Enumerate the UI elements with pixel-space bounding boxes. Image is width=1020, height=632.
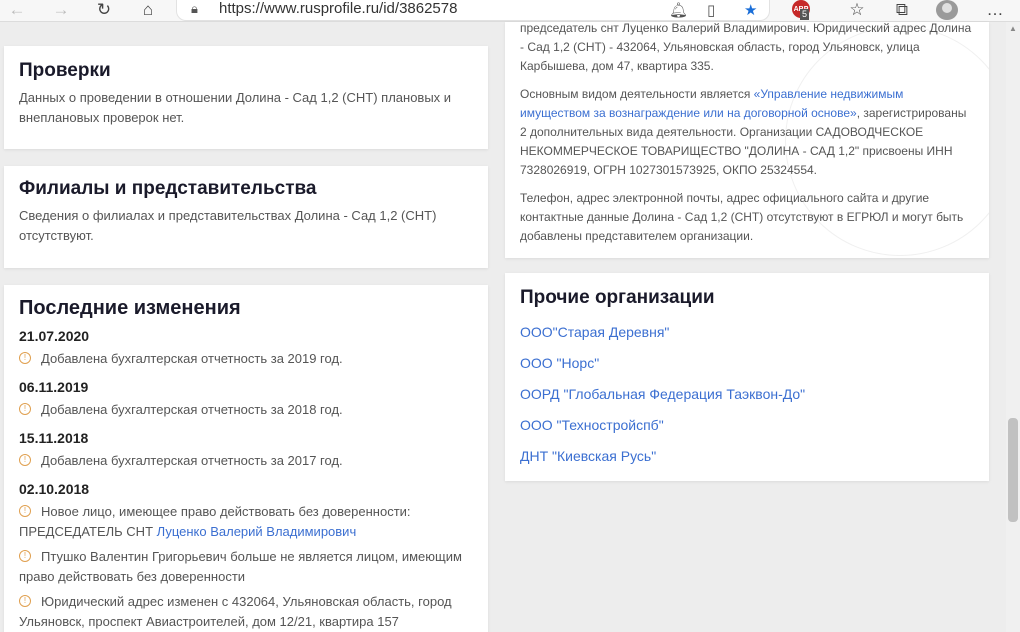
change-entry: ! Добавлена бухгалтерская отчетность за 2…: [19, 451, 473, 471]
changes-card: Последние изменения 21.07.2020 ! Добавлен…: [4, 285, 488, 632]
change-group: 21.07.2020 ! Добавлена бухгалтерская отче…: [19, 328, 473, 369]
change-entry: ! Добавлена бухгалтерская отчетность за 2…: [19, 349, 473, 369]
about-paragraph-1: председатель снт Луценко Валерий Владими…: [520, 22, 972, 73]
change-entry: ! Добавлена бухгалтерская отчетность за 2…: [19, 400, 473, 420]
other-orgs-title: Прочие организации: [520, 287, 715, 308]
profile-avatar[interactable]: [936, 0, 958, 20]
org-link[interactable]: ООРД "Глобальная Федерация Таэквон-До": [520, 385, 974, 403]
about-paragraph-3: Телефон, адрес электронной почты, адрес …: [520, 191, 964, 243]
scroll-up-arrow-icon[interactable]: ▲: [1006, 22, 1020, 36]
favorite-star-icon[interactable]: ★: [744, 1, 757, 19]
back-icon[interactable]: ←: [6, 0, 28, 20]
home-icon[interactable]: ⌂: [137, 0, 159, 20]
change-date: 06.11.2019: [19, 379, 89, 395]
change-entry: ! Юридический адрес изменен с 432064, Уль…: [19, 594, 452, 629]
branches-card: Филиалы и представительства Сведения о ф…: [4, 166, 488, 268]
change-date: 02.10.2018: [19, 481, 90, 497]
inspections-card: Проверки Данных о проведении в отношении…: [4, 46, 488, 149]
forward-icon[interactable]: →: [50, 0, 72, 20]
change-entry: ! Птушко Валентин Григорьевич больше не я…: [19, 549, 462, 584]
change-date: 21.07.2020: [19, 328, 90, 344]
reader-view-icon[interactable]: ▯: [707, 1, 715, 19]
about-card: председатель снт Луценко Валерий Владими…: [505, 22, 989, 258]
inspections-title: Проверки: [19, 60, 111, 81]
info-icon: !: [19, 505, 31, 517]
info-icon: !: [19, 454, 31, 466]
browser-toolbar: ← → ↻ ⌂ 🔒︎ https://www.rusprofile.ru/id/…: [0, 0, 1020, 22]
adblock-count-badge: 5: [800, 9, 810, 20]
info-icon: !: [19, 403, 31, 415]
more-menu-icon[interactable]: …: [984, 0, 1006, 20]
info-icon: !: [19, 595, 31, 607]
change-date: 15.11.2018: [19, 430, 89, 446]
scrollbar-thumb[interactable]: [1008, 418, 1018, 522]
inspections-text: Данных о проведении в отношении Долина -…: [19, 90, 452, 125]
org-link[interactable]: ООО"Старая Деревня": [520, 323, 974, 341]
branches-title: Филиалы и представительства: [19, 178, 317, 199]
change-group: 02.10.2018 ! Новое лицо, имеющее право де…: [19, 481, 473, 632]
director-link[interactable]: Луценко Валерий Владимирович: [157, 524, 357, 539]
reload-icon[interactable]: ↻: [93, 0, 115, 20]
change-group: 15.11.2018 ! Добавлена бухгалтерская отче…: [19, 430, 473, 471]
lock-icon[interactable]: 🔒︎: [191, 1, 198, 17]
url-text: https://www.rusprofile.ru/id/3862578: [219, 0, 458, 17]
changes-title[interactable]: Последние изменения: [19, 297, 473, 320]
about-paragraph-2: Основным видом деятельности является «Уп…: [520, 87, 967, 177]
page-scrollbar[interactable]: [1006, 22, 1020, 632]
change-group: 06.11.2019 ! Добавлена бухгалтерская отче…: [19, 379, 473, 420]
change-entry: ! Новое лицо, имеющее право действовать б…: [19, 504, 411, 539]
info-icon: !: [19, 550, 31, 562]
notifications-blocked-icon[interactable]: 🔔︎: [669, 1, 688, 19]
address-bar[interactable]: 🔒︎ https://www.rusprofile.ru/id/3862578 …: [176, 0, 770, 21]
org-link[interactable]: ООО "Норс": [520, 354, 974, 372]
other-orgs-card: Прочие организации ООО"Старая Деревня" О…: [505, 273, 989, 481]
branches-text: Сведения о филиалах и представительствах…: [19, 208, 437, 243]
favorites-icon[interactable]: ☆: [846, 0, 868, 20]
org-link[interactable]: ООО "Техностройспб": [520, 416, 974, 434]
info-icon: !: [19, 352, 31, 364]
collections-icon[interactable]: ⧉: [891, 0, 913, 20]
org-link[interactable]: ДНТ "Киевская Русь": [520, 447, 974, 465]
